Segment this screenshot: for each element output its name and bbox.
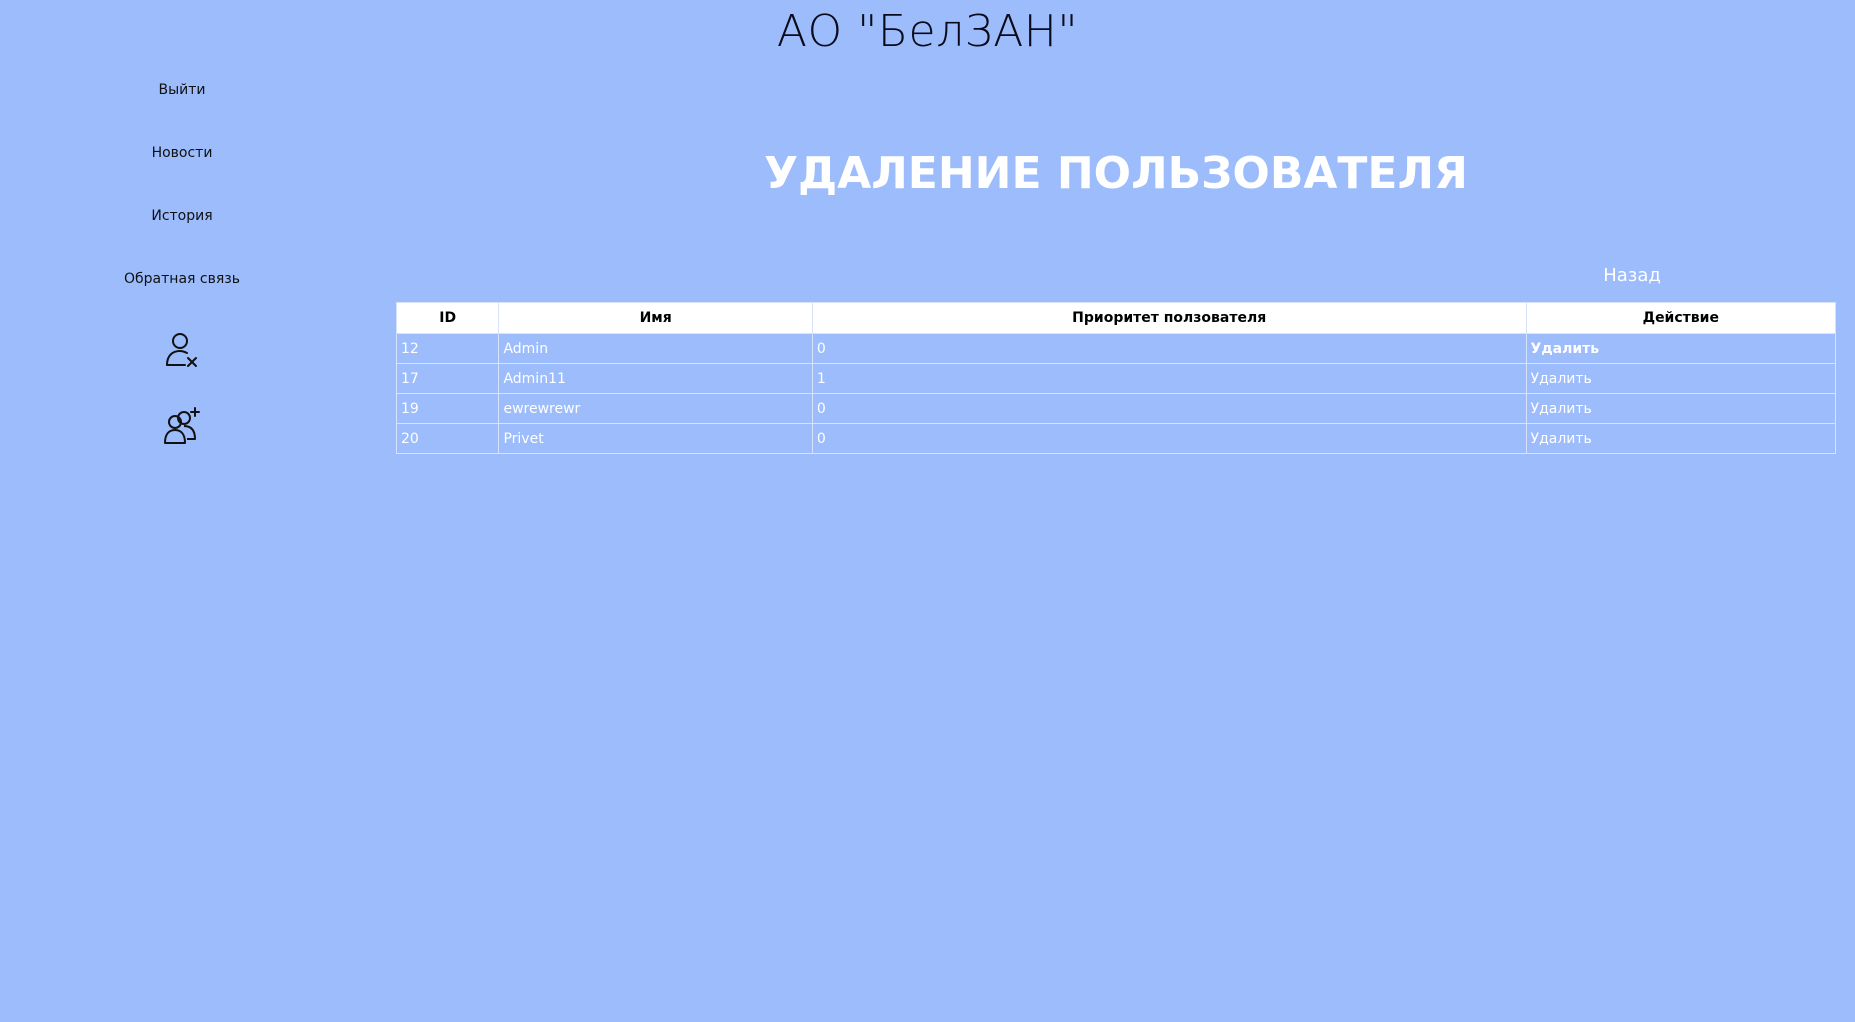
delete-link[interactable]: Удалить xyxy=(1531,401,1592,417)
nav-history[interactable]: История xyxy=(0,208,364,224)
cell-action: Удалить xyxy=(1525,363,1837,394)
cell-id: 17 xyxy=(395,363,500,394)
column-header-id: ID xyxy=(395,302,500,334)
column-header-name: Имя xyxy=(498,302,813,334)
delete-link[interactable]: Удалить xyxy=(1531,341,1600,357)
add-users-icon[interactable] xyxy=(162,406,202,446)
nav-news[interactable]: Новости xyxy=(0,145,364,161)
table-row: 19 ewrewrewr 0 Удалить xyxy=(395,393,1837,424)
cell-name: Privet xyxy=(498,423,813,454)
users-table: ID Имя Приоритет ползователя Действие 12… xyxy=(395,302,1837,454)
cell-priority: 0 xyxy=(811,393,1527,424)
cell-name: Admin xyxy=(498,333,813,364)
cell-id: 19 xyxy=(395,393,500,424)
table-row: 12 Admin 0 Удалить xyxy=(395,333,1837,364)
cell-priority: 1 xyxy=(811,363,1527,394)
delete-link[interactable]: Удалить xyxy=(1531,431,1592,447)
cell-priority: 0 xyxy=(811,423,1527,454)
table-header-row: ID Имя Приоритет ползователя Действие xyxy=(395,302,1837,334)
site-title: АО "БелЗАН" xyxy=(776,6,1079,57)
cell-action: Удалить xyxy=(1525,333,1837,364)
nav-feedback[interactable]: Обратная связь xyxy=(0,271,364,287)
cell-id: 12 xyxy=(395,333,500,364)
remove-user-icon[interactable] xyxy=(162,329,202,369)
delete-link[interactable]: Удалить xyxy=(1531,371,1592,387)
table-row: 20 Privet 0 Удалить xyxy=(395,423,1837,454)
cell-name: ewrewrewr xyxy=(498,393,813,424)
cell-priority: 0 xyxy=(811,333,1527,364)
nav-logout[interactable]: Выйти xyxy=(0,82,364,98)
cell-action: Удалить xyxy=(1525,393,1837,424)
page-title: УДАЛЕНИЕ ПОЛЬЗОВАТЕЛЯ xyxy=(764,148,1468,199)
column-header-action: Действие xyxy=(1525,302,1837,334)
back-link[interactable]: Назад xyxy=(1582,265,1682,286)
cell-id: 20 xyxy=(395,423,500,454)
table-row: 17 Admin11 1 Удалить xyxy=(395,363,1837,394)
cell-name: Admin11 xyxy=(498,363,813,394)
column-header-priority: Приоритет ползователя xyxy=(811,302,1527,334)
cell-action: Удалить xyxy=(1525,423,1837,454)
